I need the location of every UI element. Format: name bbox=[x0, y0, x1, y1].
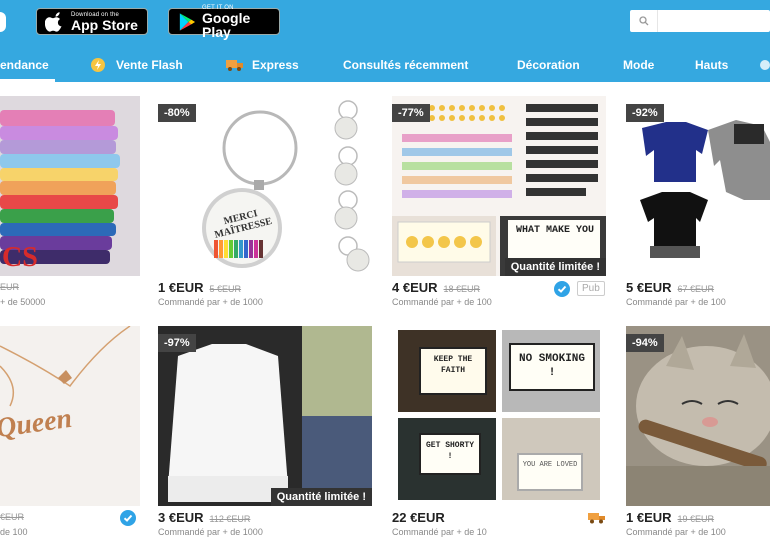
sold-count: de 100 bbox=[0, 527, 28, 537]
app-store-big-text: App Store bbox=[71, 16, 138, 33]
sold-count: Commandé par + de 1000 bbox=[158, 527, 263, 537]
discount-badge: -77% bbox=[392, 104, 430, 122]
price-row: 5 €EUR 67 €EUR bbox=[626, 280, 714, 295]
product-image-towels[interactable]: CS bbox=[0, 96, 140, 276]
nav-tab-label: Décoration bbox=[517, 58, 580, 72]
sold-count: Commandé par + de 100 bbox=[392, 297, 492, 307]
nav-more-icon bbox=[760, 60, 770, 70]
nav-tab-label: Hauts bbox=[695, 58, 729, 72]
product-price: 22 €EUR bbox=[392, 510, 445, 525]
keyring-illustration bbox=[202, 100, 370, 272]
product-image-tops[interactable]: -92% bbox=[626, 96, 770, 276]
product-price: 1 €EUR bbox=[626, 510, 672, 525]
nav-tab-tendance[interactable]: endance bbox=[0, 48, 55, 82]
white-top-illustration bbox=[158, 326, 372, 506]
app-store-badge[interactable]: Download on the App Store bbox=[36, 8, 148, 35]
price-row: 22 €EUR bbox=[392, 510, 451, 525]
price-row: EUR bbox=[0, 282, 19, 292]
price-row: 3 €EUR 112 €EUR bbox=[158, 510, 250, 525]
price-row: 4 €EUR 18 €EUR bbox=[392, 280, 480, 295]
product-image-text: WHAT MAKE YOU bbox=[515, 225, 594, 236]
nav-tab-hauts[interactable]: Hauts bbox=[695, 48, 728, 82]
nav-tab-mode[interactable]: Mode bbox=[623, 48, 654, 82]
search-icon[interactable] bbox=[630, 10, 658, 32]
top-header: Download on the App Store GET IT ON Goog… bbox=[0, 0, 770, 82]
search-box bbox=[630, 10, 770, 32]
google-play-badge[interactable]: GET IT ON Google Play bbox=[168, 5, 280, 39]
price-row: 1 €EUR 19 €EUR bbox=[626, 510, 714, 525]
old-price: 67 €EUR bbox=[677, 284, 715, 294]
limited-quantity-label: Quantité limitée ! bbox=[270, 488, 372, 506]
sold-count: Commandé par + de 100 bbox=[626, 297, 726, 307]
truck-icon bbox=[588, 513, 605, 524]
product-image-lightbox-letters[interactable]: WHAT MAKE YOU -77% Quantité limitée ! bbox=[392, 96, 606, 276]
sold-count: + de 50000 bbox=[0, 297, 46, 307]
product-price: 3 €EUR bbox=[158, 510, 204, 525]
product-price: 4 €EUR bbox=[392, 280, 438, 295]
discount-badge: -80% bbox=[158, 104, 196, 122]
sold-count: Commandé par + de 10 bbox=[392, 527, 487, 537]
letters-illustration bbox=[392, 96, 606, 276]
discount-badge: -94% bbox=[626, 334, 664, 352]
product-price: 1 €EUR bbox=[158, 280, 204, 295]
sponsored-label: Pub bbox=[577, 281, 605, 296]
old-price: €EUR bbox=[0, 512, 25, 522]
sold-count: Commandé par + de 1000 bbox=[158, 297, 263, 307]
product-image-cat-toy[interactable]: -94% bbox=[626, 326, 770, 506]
nav-tab-label: Express bbox=[252, 58, 299, 72]
nav-tab-label: Mode bbox=[623, 58, 655, 72]
product-image-lightbox-signs[interactable]: KEEP THE FAITH NO SMOKING ! GET SHORTY !… bbox=[392, 326, 606, 506]
flash-sale-icon bbox=[91, 58, 105, 72]
cat-illustration bbox=[626, 326, 770, 506]
sign-text: NO SMOKING ! bbox=[518, 353, 585, 379]
category-nav: endance Vente Flash Express Consultés ré… bbox=[0, 48, 770, 82]
logo-fragment[interactable] bbox=[0, 12, 6, 32]
tops-illustration bbox=[626, 96, 770, 276]
old-price: 18 €EUR bbox=[443, 284, 481, 294]
sold-count: Commandé par + de 100 bbox=[626, 527, 726, 537]
nav-tab-label: endance bbox=[0, 58, 49, 72]
google-play-icon bbox=[179, 12, 196, 31]
old-price: EUR bbox=[0, 282, 20, 292]
truck-icon bbox=[226, 60, 243, 71]
discount-badge: -92% bbox=[626, 104, 664, 122]
sign-text: GET SHORTY ! bbox=[425, 441, 474, 461]
old-price: 5 €EUR bbox=[209, 284, 242, 294]
nav-tab-consultes[interactable]: Consultés récemment bbox=[343, 48, 468, 82]
product-image-keyring[interactable]: MERCI MAÎTRESSE -80% bbox=[158, 96, 372, 276]
apple-icon bbox=[45, 11, 62, 32]
product-image-text: CS bbox=[2, 242, 38, 273]
sign-text: YOU ARE LOVED bbox=[522, 461, 578, 469]
product-image-white-top[interactable]: -97% Quantité limitée ! bbox=[158, 326, 372, 506]
nav-tab-vente-flash[interactable]: Vente Flash bbox=[90, 48, 183, 82]
google-play-big-text: Google Play bbox=[202, 9, 251, 40]
discount-badge: -97% bbox=[158, 334, 196, 352]
old-price: 112 €EUR bbox=[209, 514, 251, 524]
nav-tab-label: Vente Flash bbox=[116, 58, 183, 72]
old-price: 19 €EUR bbox=[677, 514, 715, 524]
search-input[interactable] bbox=[658, 11, 758, 31]
product-price: 5 €EUR bbox=[626, 280, 672, 295]
nav-tab-next[interactable] bbox=[760, 48, 770, 82]
price-row: 1 €EUR 5 €EUR bbox=[158, 280, 241, 295]
limited-quantity-label: Quantité limitée ! bbox=[504, 258, 606, 276]
sign-text: KEEP THE FAITH bbox=[433, 355, 473, 375]
verified-check-icon bbox=[554, 281, 570, 297]
verified-check-icon bbox=[120, 510, 136, 526]
price-row: €EUR bbox=[0, 512, 24, 522]
product-image-necklace[interactable]: Queen bbox=[0, 326, 140, 506]
nav-tab-express[interactable]: Express bbox=[226, 48, 299, 82]
nav-tab-label: Consultés récemment bbox=[343, 58, 469, 72]
nav-tab-decoration[interactable]: Décoration bbox=[517, 48, 580, 82]
